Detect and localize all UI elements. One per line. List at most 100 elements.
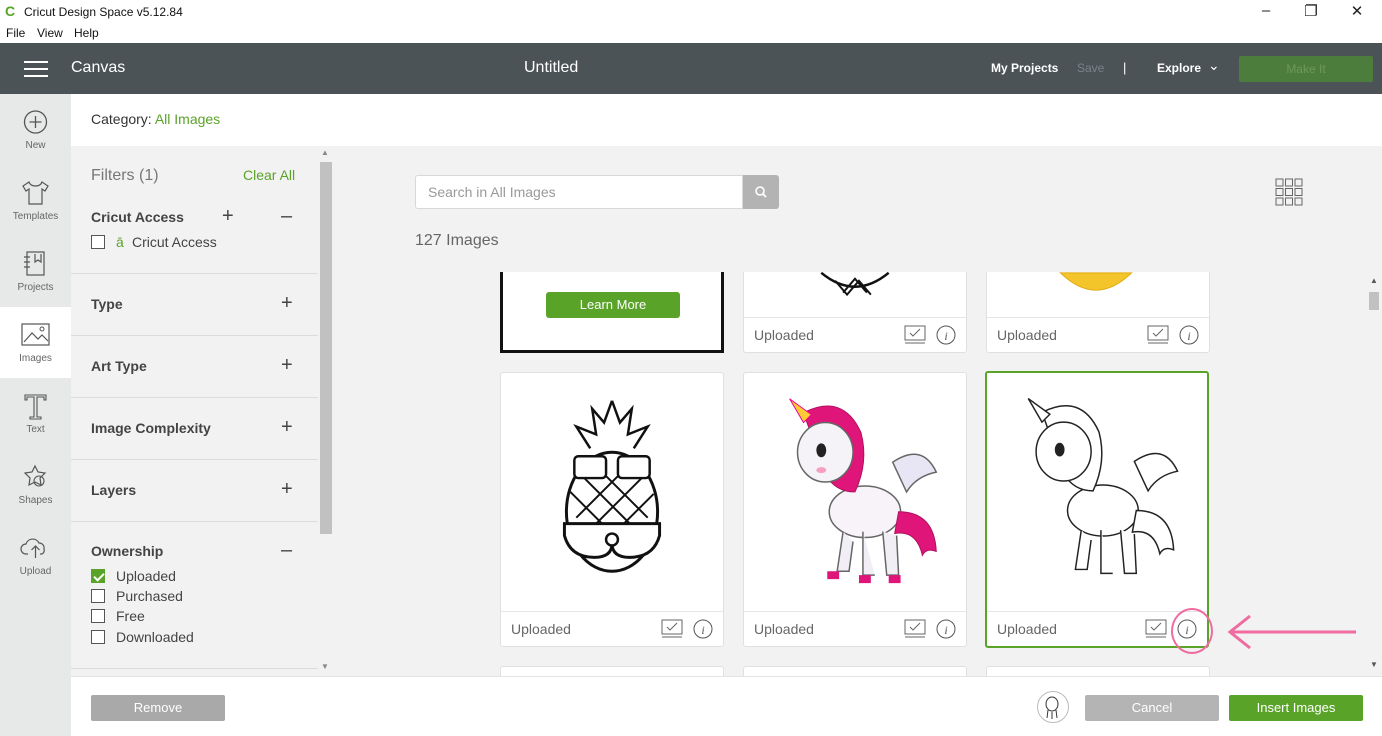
scroll-up-arrow-icon[interactable]: ▲	[1370, 276, 1378, 285]
ownership-option-label: Downloaded	[116, 629, 194, 645]
image-card[interactable]	[500, 666, 724, 676]
info-icon[interactable]: i	[693, 619, 713, 639]
menu-help[interactable]: Help	[74, 26, 99, 40]
rail-item-shapes[interactable]: Shapes	[0, 449, 71, 520]
svg-text:i: i	[944, 329, 947, 343]
menu-file[interactable]: File	[6, 26, 25, 40]
select-checkbox-icon[interactable]	[1145, 619, 1167, 639]
cricut-logo-icon: C	[5, 3, 16, 19]
window-title: Cricut Design Space v5.12.84	[24, 5, 183, 19]
selected-image-thumbnail	[1037, 691, 1069, 723]
scrollbar-thumb[interactable]	[320, 162, 332, 534]
upload-cloud-icon	[20, 538, 45, 558]
filters-panel: Filters (1) Clear All Cricut Access + – …	[71, 146, 333, 676]
result-count: 127 Images	[415, 232, 499, 249]
scrollbar-thumb[interactable]	[1369, 292, 1379, 310]
filter-cricut-access-label: Cricut Access	[91, 209, 184, 225]
filter-type-label[interactable]: Type	[91, 296, 123, 312]
card-tag: Uploaded	[997, 327, 1057, 343]
cricut-access-option-label: Cricut Access	[132, 234, 217, 250]
cancel-button[interactable]: Cancel	[1085, 695, 1219, 721]
cricut-access-checkbox[interactable]	[91, 235, 105, 249]
grid-view-icon[interactable]	[1275, 178, 1303, 206]
select-checkbox-icon[interactable]	[904, 619, 926, 639]
filter-art-type-label[interactable]: Art Type	[91, 358, 147, 374]
filter-image-complexity-label[interactable]: Image Complexity	[91, 420, 211, 436]
explore-menu[interactable]: Explore	[1157, 61, 1201, 75]
card-tag: Uploaded	[997, 621, 1057, 637]
filter-art-type-expand[interactable]: +	[281, 354, 293, 377]
category-bar: Category: All Images	[71, 94, 1382, 146]
hamburger-menu-icon[interactable]	[24, 61, 48, 77]
rail-item-new[interactable]: New	[0, 94, 71, 165]
shapes-icon	[23, 464, 47, 487]
close-window-button[interactable]: ✕	[1337, 2, 1377, 24]
rail-item-projects[interactable]: Projects	[0, 236, 71, 307]
scroll-down-arrow-icon[interactable]: ▼	[321, 662, 329, 671]
save-link[interactable]: Save	[1077, 61, 1104, 75]
filter-image-complexity-expand[interactable]: +	[281, 416, 293, 439]
insert-images-button[interactable]: Insert Images	[1229, 695, 1363, 721]
select-checkbox-icon[interactable]	[1147, 325, 1169, 345]
search-input[interactable]	[416, 176, 742, 208]
image-card[interactable]: Uploaded i	[743, 372, 967, 647]
pineapple-sunglasses-image	[562, 400, 662, 573]
divider	[71, 273, 318, 274]
info-icon[interactable]: i	[936, 619, 956, 639]
svg-text:i: i	[701, 623, 704, 637]
ownership-option-label: Uploaded	[116, 568, 176, 584]
info-icon[interactable]: i	[1179, 325, 1199, 345]
remove-button[interactable]: Remove	[91, 695, 225, 721]
header-separator: |	[1123, 60, 1127, 75]
filter-ownership-collapse[interactable]: –	[281, 539, 292, 562]
filters-scrollbar[interactable]: ▲ ▼	[318, 146, 333, 676]
filter-layers-expand[interactable]: +	[281, 478, 293, 501]
make-it-button[interactable]: Make It	[1239, 56, 1373, 82]
filter-layers-label[interactable]: Layers	[91, 482, 136, 498]
rail-label: New	[25, 140, 46, 151]
unicorn-thumbnail-icon	[1045, 696, 1059, 719]
rail-item-images[interactable]: Images	[0, 307, 71, 378]
pineapple-partial-image	[820, 272, 890, 297]
select-checkbox-icon[interactable]	[661, 619, 683, 639]
image-card[interactable]: Uploaded i	[743, 272, 967, 353]
divider	[71, 335, 318, 336]
ownership-uploaded-checkbox[interactable]	[91, 569, 105, 583]
menu-view[interactable]: View	[37, 26, 63, 40]
info-icon[interactable]: i	[936, 325, 956, 345]
rail-item-templates[interactable]: Templates	[0, 165, 71, 236]
svg-text:i: i	[944, 623, 947, 637]
search-button[interactable]	[743, 175, 779, 209]
rail-label: Upload	[19, 566, 52, 577]
image-card[interactable]: Uploaded i	[500, 372, 724, 647]
rail-item-upload[interactable]: Upload	[0, 520, 71, 591]
filter-type-expand[interactable]: +	[281, 292, 293, 315]
category-value[interactable]: All Images	[155, 111, 220, 127]
promo-tile: Learn More	[500, 272, 724, 353]
image-card-selected[interactable]: Uploaded i	[985, 371, 1209, 648]
my-projects-link[interactable]: My Projects	[991, 61, 1058, 75]
restore-button[interactable]: ❐	[1291, 2, 1331, 24]
image-card[interactable]	[743, 666, 967, 676]
rail-item-text[interactable]: Text	[0, 378, 71, 449]
divider	[71, 459, 318, 460]
projects-icon	[24, 251, 45, 276]
ownership-downloaded-checkbox[interactable]	[91, 630, 105, 644]
grid-scrollbar[interactable]: ▲ ▼	[1366, 272, 1382, 676]
search-box	[415, 175, 743, 209]
select-checkbox-icon[interactable]	[904, 325, 926, 345]
scroll-down-arrow-icon[interactable]: ▼	[1370, 660, 1378, 669]
image-card[interactable]: Uploaded i	[986, 272, 1210, 353]
ownership-free-checkbox[interactable]	[91, 609, 105, 623]
text-icon	[24, 394, 47, 420]
clear-all-link[interactable]: Clear All	[243, 167, 295, 183]
chevron-down-icon[interactable]: ⌄	[1208, 57, 1220, 74]
filter-cricut-access-collapse[interactable]: –	[281, 205, 292, 228]
image-card[interactable]	[986, 666, 1210, 676]
card-tag: Uploaded	[754, 621, 814, 637]
ownership-purchased-checkbox[interactable]	[91, 589, 105, 603]
minimize-button[interactable]: –	[1246, 2, 1286, 24]
learn-more-button[interactable]: Learn More	[546, 292, 680, 318]
scroll-up-arrow-icon[interactable]: ▲	[321, 148, 329, 157]
filter-cricut-access-expand[interactable]: +	[222, 205, 234, 228]
